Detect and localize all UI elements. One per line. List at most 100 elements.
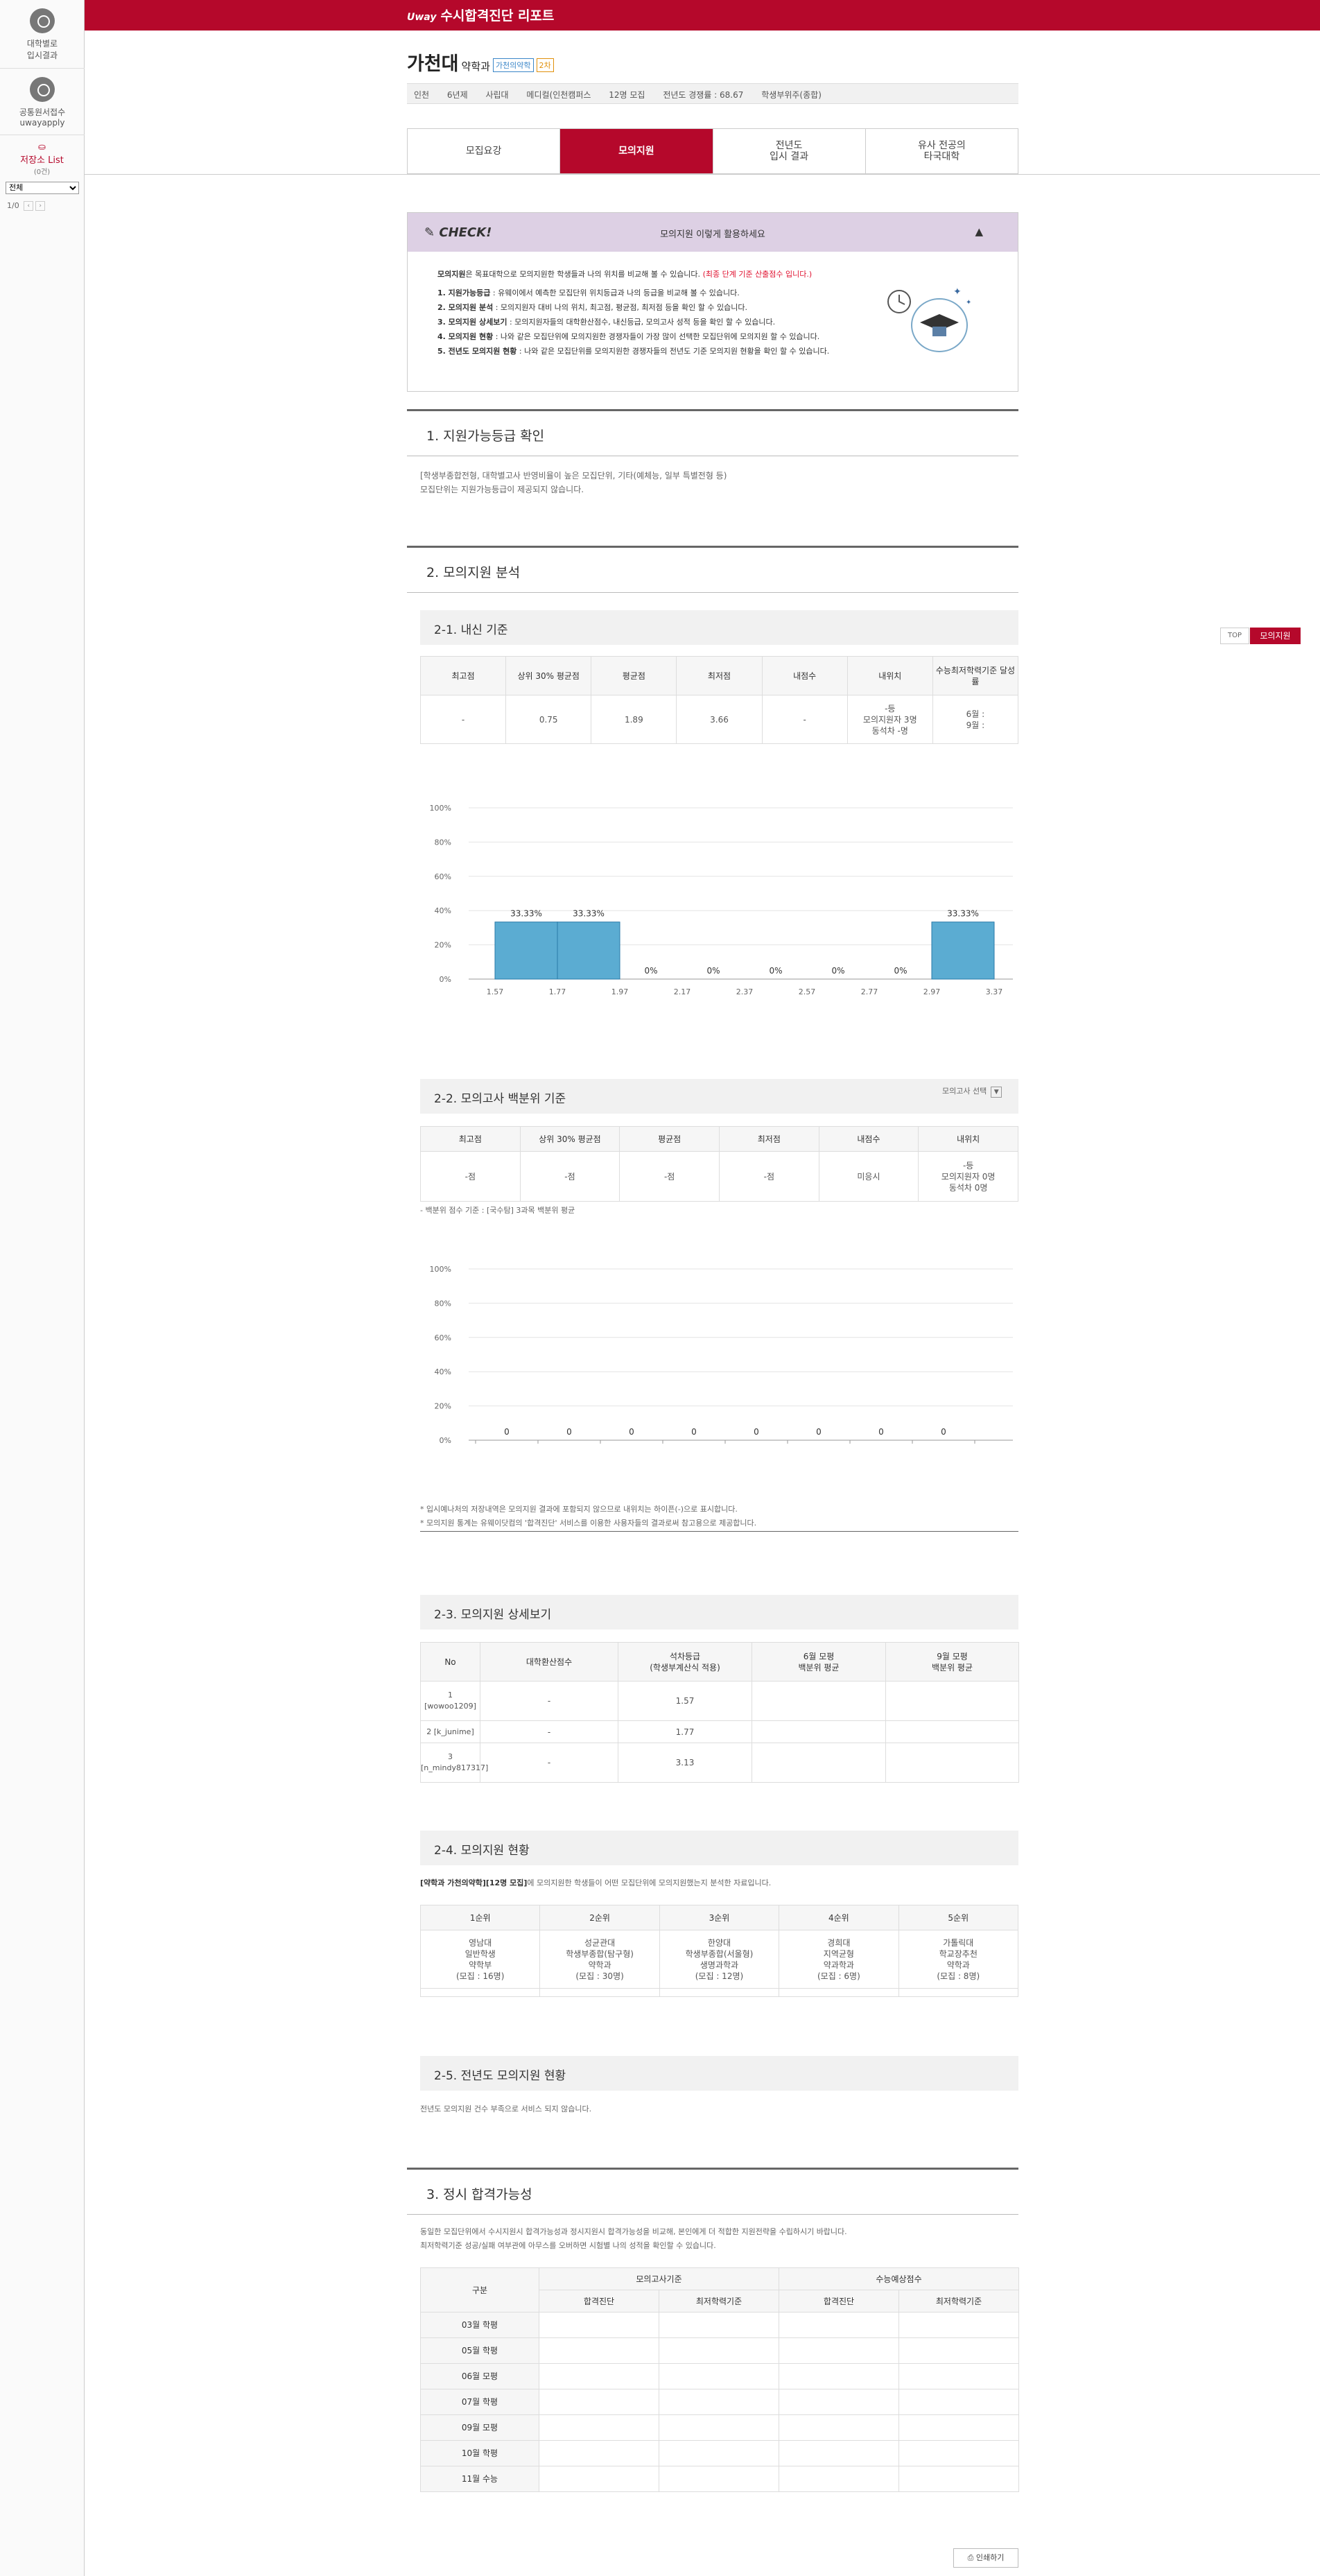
info-track: 학생부위주(종합) — [761, 90, 822, 100]
sidebar-item-uwayapply[interactable]: 공통원서접수 uwayapply — [0, 69, 85, 135]
position-line: 동석차 -명 — [871, 725, 908, 736]
storage-filter-select[interactable]: 전체 — [6, 182, 79, 194]
y-tick-label: 60% — [435, 1333, 451, 1342]
sidebar-item-label: uwayapply — [19, 118, 65, 128]
row-label: 09월 모평 — [420, 2414, 539, 2441]
table-header: 내점수 — [818, 1126, 919, 1152]
cell-line: (모집 : 30명) — [575, 1971, 624, 1981]
university-name: 가천대 — [407, 53, 459, 75]
cell-line: 생명과학과 — [700, 1960, 739, 1970]
table-row: 09월 모평 — [420, 2414, 1019, 2441]
x-tick-label: 2.97 — [923, 987, 941, 996]
rank-cell[interactable]: 성균관대 학생부종합(탐구형) 약학과 (모집 : 30명) — [539, 1930, 660, 1989]
tab-admission-guide[interactable]: 모집요강 — [408, 129, 561, 173]
note-line: * 모의지원 통계는 유웨이닷컴의 '합격진단' 서비스를 이용한 사용자들의 … — [420, 1519, 757, 1528]
check-line-text: : 모의지원자 대비 나의 위치, 최고점, 평균점, 최저점 등을 확인 할 … — [493, 303, 747, 312]
table-header: 6월 모평 백분위 평균 — [752, 1642, 886, 1682]
table-header: 2순위 — [539, 1905, 660, 1930]
mock-status-table: 1순위 2순위 3순위 4순위 5순위 영남대 일반학생 약학부 (모집 : 16명)… — [419, 1905, 1019, 1997]
cell-line: 약학과 — [588, 1960, 611, 1970]
check-guide-header[interactable]: ✎ CHECK! 모의지원 이렇게 활용하세요 ▲ — [408, 213, 1018, 252]
section-2-header: 2. 모의지원 분석 — [407, 546, 1018, 593]
next-page-button[interactable]: › — [35, 201, 46, 211]
info-quota: 12명 모집 — [609, 90, 645, 100]
print-label: 인쇄하기 — [975, 2553, 1005, 2562]
table-cell: - — [480, 1681, 618, 1721]
scroll-top-button[interactable]: TOP — [1220, 628, 1249, 644]
data-label: 0 — [691, 1427, 697, 1437]
tab-last-year-results[interactable]: 전년도 입시 결과 — [713, 129, 866, 173]
y-tick-label: 80% — [435, 1299, 451, 1308]
rank-cell[interactable]: 영남대 일반학생 약학부 (모집 : 16명) — [419, 1930, 541, 1989]
note-line: 모집단위는 지원가능등급이 제공되지 않습니다. — [420, 485, 584, 494]
report-page: { "sidebar": { "items": [ {"label1": "대학… — [0, 0, 1320, 2576]
section-title: 2-2. 모의고사 백분위 기준 — [434, 1092, 566, 1106]
table-row: 03월 학평 — [420, 2312, 1019, 2338]
data-label: 0% — [706, 966, 720, 976]
graduation-cap-illustration: ✦ ✦ — [887, 286, 971, 352]
intro-text: 은 목표대학으로 모의지원한 학생들과 나의 위치를 비교해 볼 수 있습니다. — [465, 270, 701, 279]
rank-cell[interactable]: 한양대 학생부종합(서울형) 생명과학과 (모집 : 12명) — [659, 1930, 780, 1989]
section-title: 2-3. 모의지원 상세보기 — [434, 1608, 552, 1622]
check-line-title: 3. 모의지원 상세보기 — [437, 318, 507, 327]
table-header: 상위 30% 평균점 — [519, 1126, 620, 1152]
check-line-title: 2. 모의지원 분석 — [437, 303, 494, 312]
position-line: -등 — [885, 703, 896, 714]
cell-line: 학교장추천 — [939, 1948, 978, 1959]
table-cell: -점 — [420, 1151, 521, 1202]
cell-line: 학생부종합(서울형) — [685, 1948, 754, 1959]
cell-line: (모집 : 8명) — [937, 1971, 980, 1981]
tab-label: 유사 전공의 — [917, 140, 966, 151]
table-cell: 3.66 — [676, 695, 763, 744]
info-type: 사립대 — [485, 90, 509, 100]
data-label: 0% — [894, 966, 907, 976]
rank-cell[interactable]: 경희대 지역균형 약과학과 (모집 : 6명) — [779, 1930, 899, 1989]
table-cell: 2 [k_junime] — [420, 1720, 480, 1743]
tab-label: 모집요강 — [465, 146, 502, 157]
table-header: 평균점 — [619, 1126, 720, 1152]
x-tick-label: 1.57 — [487, 987, 504, 996]
table-cell: -점 — [718, 1151, 819, 1202]
x-tick-label: 2.37 — [736, 987, 754, 996]
check-line-title: 4. 모의지원 현황 — [437, 332, 494, 341]
tab-similar-majors[interactable]: 유사 전공의 타국대학 — [866, 129, 1018, 173]
check-line-text: : 나와 같은 모집단위를 모의지원한 경쟁자들의 전년도 기준 모의지원 현황… — [516, 347, 830, 356]
chart-svg: 100% 80% 60% 40% 20% 0% 33.33% 33.33% 0% 0% 0% 0% 0%… — [430, 804, 1013, 996]
section-title: 3. 정시 합격가능성 — [426, 2187, 532, 2202]
position-line: 모의지원자 0명 — [941, 1171, 996, 1182]
prev-page-button[interactable]: ‹ — [24, 201, 34, 211]
table-cell: - — [419, 695, 507, 744]
y-tick-label: 80% — [435, 838, 451, 847]
collapse-arrow-icon[interactable]: ▲ — [975, 225, 983, 238]
printer-icon: ⎙ — [967, 2553, 974, 2562]
section-title: 2-4. 모의지원 현황 — [434, 1844, 530, 1858]
table-header: 최고점 — [420, 1126, 521, 1152]
y-tick-label: 40% — [435, 1367, 451, 1376]
info-years: 6년제 — [446, 90, 468, 100]
grade-summary-table: 최고점 상위 30% 평균점 평균점 최저점 내점수 내위치 수능최저학력기준 … — [419, 656, 1019, 744]
check-line-title: 1. 지원가능등급 — [437, 288, 491, 297]
check-line-text: : 모의지원자들의 대학환산점수, 내신등급, 모의고사 성적 등을 확인 할 … — [507, 318, 776, 327]
storage-list[interactable]: ⛀ 저장소 List (0건) — [0, 135, 84, 180]
section-title: 1. 지원가능등급 확인 — [426, 429, 545, 444]
tab-mock-application[interactable]: 모의지원 — [560, 129, 713, 173]
sidebar-item-university-results[interactable]: 대학별로 입시결과 — [0, 0, 85, 69]
table-cell: 1.89 — [591, 695, 677, 744]
data-label: 33.33% — [510, 909, 542, 919]
data-label: 33.33% — [573, 909, 605, 919]
mock-exam-select[interactable]: 모의고사 선택 ▼ — [942, 1085, 1002, 1098]
data-label: 0 — [941, 1427, 946, 1437]
report-title: Uway 수시합격진단 리포트 — [407, 6, 554, 24]
row-label: 11월 수능 — [420, 2466, 539, 2492]
rank-cell[interactable]: 가톨릭대 학교장추천 약학과 (모집 : 8명) — [898, 1930, 1019, 1989]
mock-apply-float-button[interactable]: 모의지원 — [1250, 628, 1301, 644]
data-label: 33.33% — [947, 909, 979, 919]
cell-line: 한양대 — [707, 1937, 731, 1948]
print-button[interactable]: ⎙ 인쇄하기 — [953, 2548, 1018, 2568]
data-label: 0 — [629, 1427, 634, 1437]
table-header: 1순위 — [419, 1905, 541, 1930]
section-2-4-header: 2-4. 모의지원 현황 — [420, 1831, 1018, 1865]
my-position-cell: -등 모의지원자 3명 동석차 -명 — [846, 695, 933, 744]
section-2-5-header: 2-5. 전년도 모의지원 현황 — [420, 2056, 1018, 2091]
table-header: 4순위 — [779, 1905, 899, 1930]
